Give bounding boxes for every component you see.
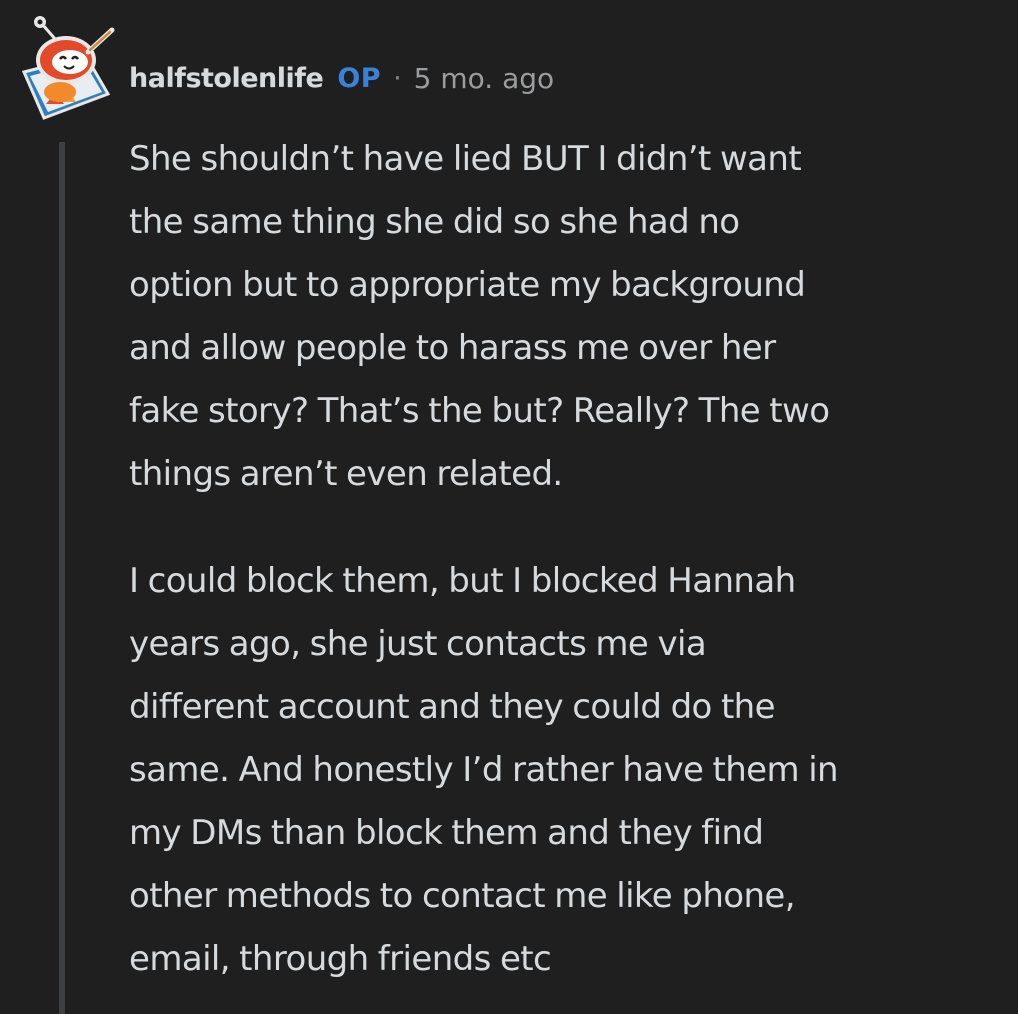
- comment-line: She shouldn’t have lied BUT I didn’t wan…: [129, 139, 802, 179]
- comment-body: She shouldn’t have lied BUT I didn’t wan…: [129, 128, 1009, 991]
- comment-timestamp[interactable]: 5 mo. ago: [414, 62, 555, 95]
- author-username[interactable]: halfstolenlife: [129, 63, 324, 94]
- comment-line: things aren’t even related.: [129, 454, 563, 494]
- op-badge: OP: [337, 62, 382, 94]
- comment-line: option but to appropriate my background: [129, 265, 806, 305]
- comment-line: same. And honestly I’d rather have them …: [129, 750, 839, 790]
- comment-line: other methods to contact me like phone,: [129, 876, 796, 916]
- comment-line: years ago, she just contacts me via: [129, 624, 707, 664]
- comment-line: fake story? That’s the but? Really? The …: [129, 391, 830, 431]
- comment-line: my DMs than block them and they find: [129, 813, 764, 853]
- meta-separator: ·: [393, 62, 402, 94]
- comment: halfstolenlife OP · 5 mo. ago She should…: [0, 0, 1018, 1014]
- comment-line: and allow people to harass me over her: [129, 328, 776, 368]
- comment-line: email, through friends etc: [129, 939, 552, 979]
- comment-paragraph: I could block them, but I blocked Hannah…: [129, 550, 1009, 991]
- comment-line: I could block them, but I blocked Hannah: [129, 561, 796, 601]
- comment-header: halfstolenlife OP · 5 mo. ago: [129, 56, 554, 100]
- comment-paragraph: She shouldn’t have lied BUT I didn’t wan…: [129, 128, 1009, 506]
- comment-line: different account and they could do the: [129, 687, 776, 727]
- thread-collapse-line[interactable]: [59, 142, 65, 1014]
- reddit-snoo-avatar-icon: [21, 16, 115, 120]
- comment-line: the same thing she did so she had no: [129, 202, 740, 242]
- avatar[interactable]: [16, 12, 116, 120]
